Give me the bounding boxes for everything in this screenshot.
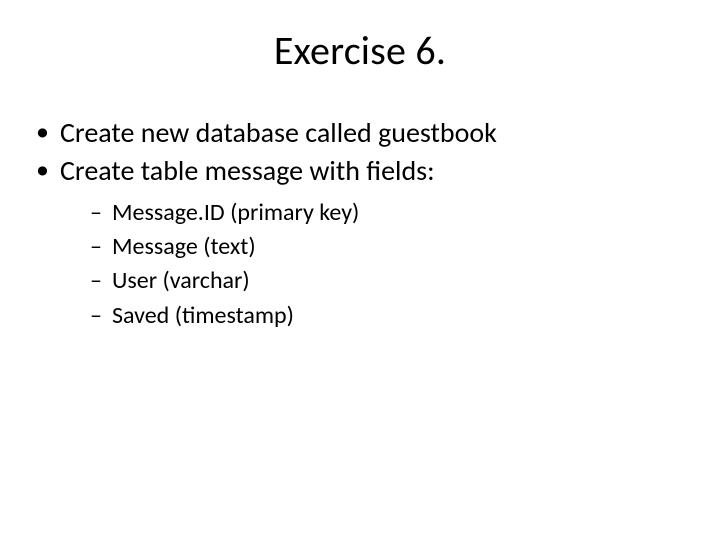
list-item: Create table message with fields: Messag…	[34, 153, 690, 332]
bullet-list: Create new database called guestbook Cre…	[34, 115, 690, 332]
list-item: Message (text)	[90, 231, 690, 263]
slide: Exercise 6. Create new database called g…	[0, 0, 720, 540]
list-item: Message.ID (primary key)	[90, 197, 690, 229]
slide-content: Create new database called guestbook Cre…	[0, 115, 720, 332]
list-item: User (varchar)	[90, 265, 690, 297]
sub-bullet-list: Message.ID (primary key) Message (text) …	[60, 197, 690, 333]
list-item: Saved (timestamp)	[90, 300, 690, 332]
bullet-text: Create new database called guestbook	[60, 115, 497, 150]
slide-title: Exercise 6.	[0, 0, 720, 115]
list-item: Create new database called guestbook	[34, 115, 690, 151]
bullet-text: Create table message with fields:	[60, 153, 435, 188]
bullet-text: Message.ID (primary key)	[112, 198, 359, 227]
bullet-text: Message (text)	[112, 232, 256, 261]
bullet-text: Saved (timestamp)	[112, 301, 294, 330]
bullet-text: User (varchar)	[112, 266, 250, 295]
